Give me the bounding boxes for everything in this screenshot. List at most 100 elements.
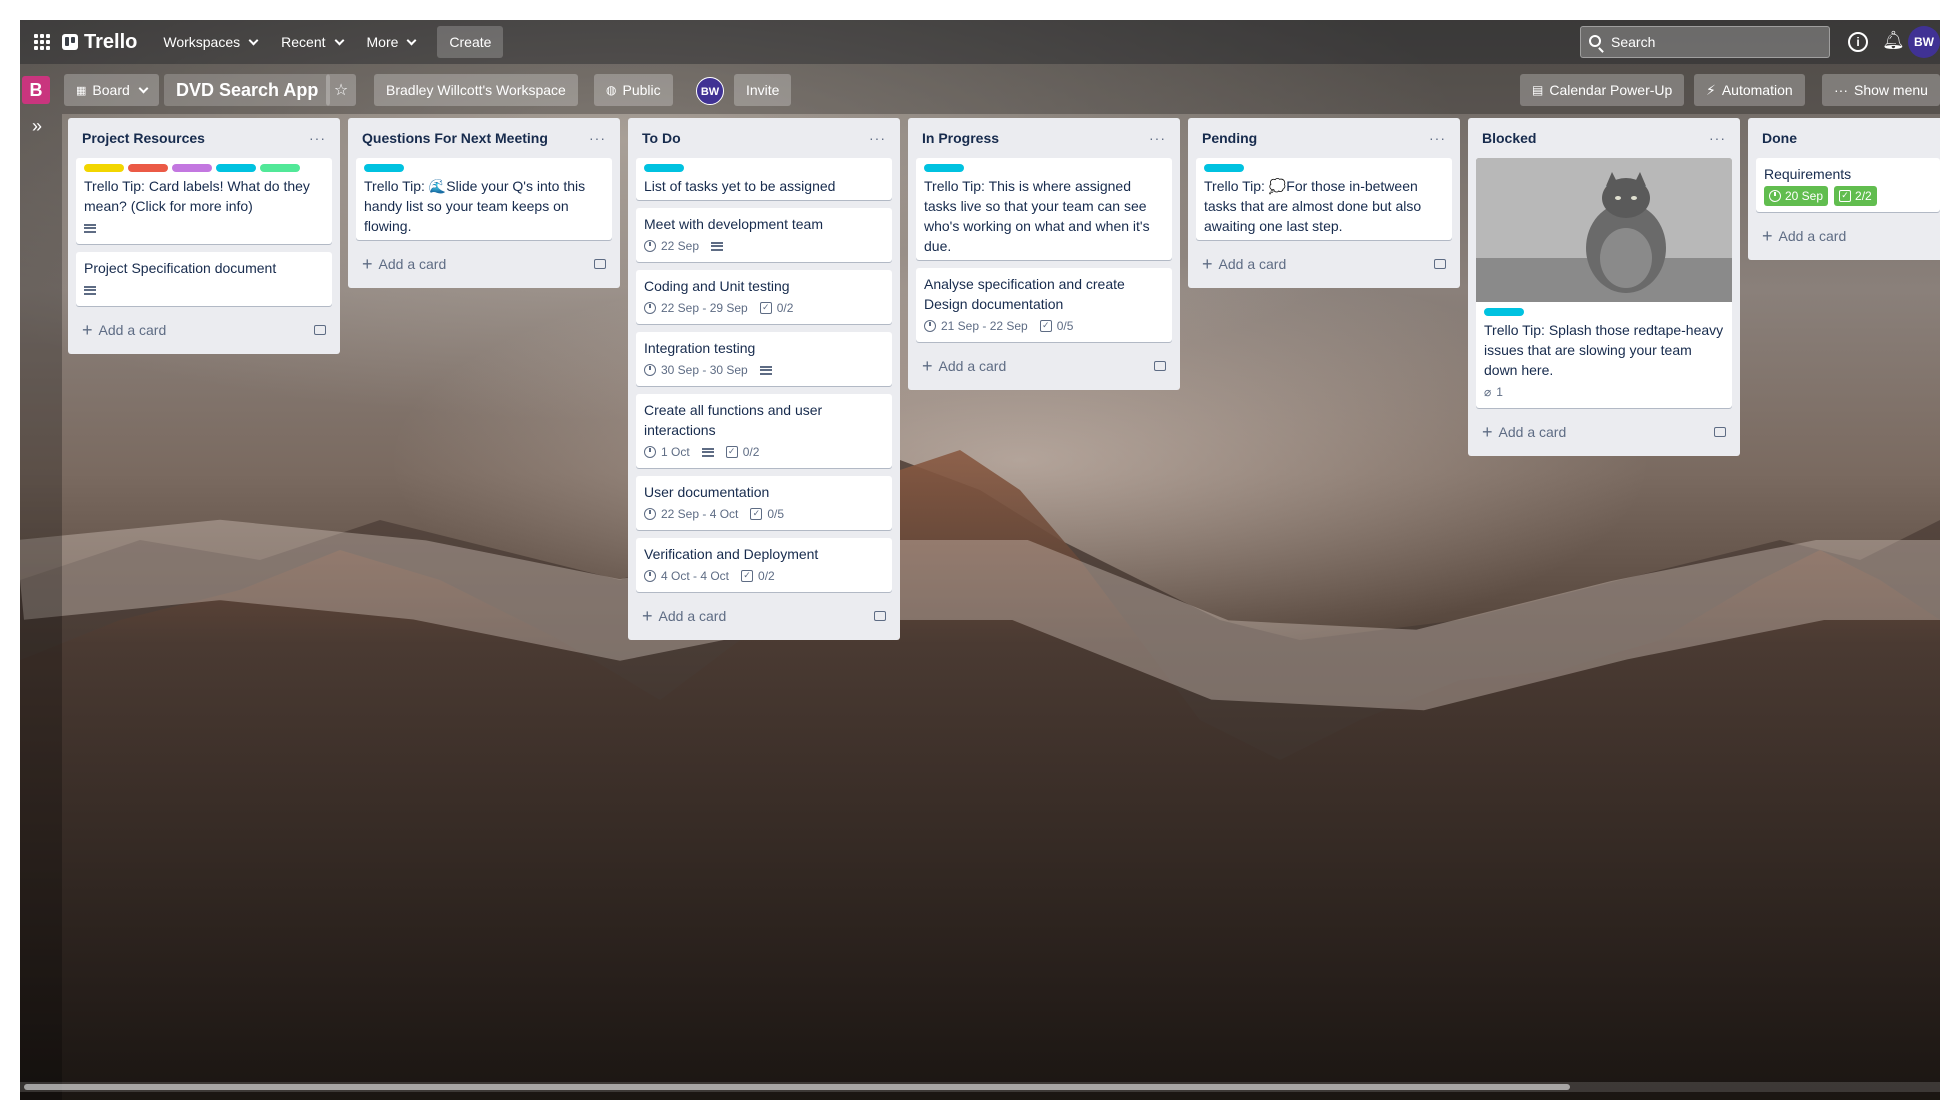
card[interactable]: Verification and Deployment 4 Oct - 4 Oc…	[636, 538, 892, 592]
due-date-badge[interactable]: 4 Oct - 4 Oct	[644, 566, 729, 586]
card-template-icon[interactable]	[1714, 427, 1726, 437]
due-date-badge[interactable]: 22 Sep	[644, 236, 699, 256]
search-input[interactable]: Search	[1580, 26, 1830, 58]
list-title[interactable]: Pending	[1202, 130, 1257, 146]
card[interactable]: Requirements 20 Sep ✓ 2/2	[1756, 158, 1940, 212]
label-sky[interactable]	[216, 164, 256, 172]
label-sky[interactable]	[1204, 164, 1244, 172]
card[interactable]: Trello Tip: Card labels! What do they me…	[76, 158, 332, 244]
label-sky[interactable]	[924, 164, 964, 172]
card[interactable]: Trello Tip: This is where assigned tasks…	[916, 158, 1172, 260]
recent-menu[interactable]: Recent	[269, 26, 354, 58]
card-template-icon[interactable]	[874, 611, 886, 621]
list-menu-icon[interactable]: ···	[869, 130, 886, 146]
due-date-badge[interactable]: 22 Sep - 4 Oct	[644, 504, 738, 524]
more-menu[interactable]: More	[355, 26, 428, 58]
card[interactable]: Trello Tip: Splash those redtape-heavy i…	[1476, 158, 1732, 408]
card-title: Coding and Unit testing	[644, 278, 790, 294]
plus-icon: +	[1762, 226, 1773, 246]
card[interactable]: List of tasks yet to be assigned	[636, 158, 892, 200]
add-card-button[interactable]: + Add a card	[636, 600, 892, 632]
workspaces-menu[interactable]: Workspaces	[151, 26, 269, 58]
list-project-resources: Project Resources ··· Trello Tip: Card la…	[68, 118, 340, 354]
label-sky[interactable]	[644, 164, 684, 172]
due-date-complete-badge[interactable]: 20 Sep	[1764, 186, 1829, 206]
add-card-button[interactable]: + Add a card	[76, 314, 332, 346]
list-menu-icon[interactable]: ···	[589, 130, 606, 146]
card[interactable]: Trello Tip: 💭For those in-between tasks …	[1196, 158, 1452, 240]
list-menu-icon[interactable]: ···	[1429, 130, 1446, 146]
board-title[interactable]: DVD Search App	[164, 74, 331, 106]
list-menu-icon[interactable]: ···	[1709, 130, 1726, 146]
card[interactable]: Analyse specification and create Design …	[916, 268, 1172, 342]
list-questions: Questions For Next Meeting ··· Trello Tip…	[348, 118, 620, 288]
list-title[interactable]: Project Resources	[82, 130, 205, 146]
calendar-icon: ▤	[1532, 83, 1544, 97]
notifications-bell-icon[interactable]: 🔔︎	[1882, 30, 1905, 54]
expand-sidebar-icon[interactable]: »	[32, 116, 42, 137]
member-avatar[interactable]: BW	[696, 77, 724, 105]
add-card-button[interactable]: + Add a card	[1196, 248, 1452, 280]
label-purple[interactable]	[172, 164, 212, 172]
card[interactable]: Create all functions and user interactio…	[636, 394, 892, 468]
card-template-icon[interactable]	[314, 325, 326, 335]
label-sky[interactable]	[1484, 308, 1524, 316]
trello-window: Trello Workspaces Recent More Create Sea…	[20, 20, 1940, 1100]
add-card-button[interactable]: + Add a card	[1476, 416, 1732, 448]
info-icon[interactable]: i	[1848, 32, 1868, 52]
plus-icon: +	[362, 254, 373, 274]
card[interactable]: Trello Tip: 🌊Slide your Q's into this ha…	[356, 158, 612, 240]
label-lime[interactable]	[260, 164, 300, 172]
card-title: Meet with development team	[644, 216, 823, 232]
checklist-badge: ✓ 0/2	[759, 298, 793, 318]
checklist-count: 0/2	[742, 445, 760, 459]
star-board-button[interactable]: ☆	[326, 74, 356, 106]
card-template-icon[interactable]	[1434, 259, 1446, 269]
automation-button[interactable]: ⚡︎ Automation	[1694, 74, 1805, 106]
app-switcher-icon[interactable]	[26, 26, 58, 58]
visibility-button[interactable]: ◍ Public	[594, 74, 673, 106]
card-title: Trello Tip: 🌊Slide your Q's into this ha…	[364, 178, 586, 234]
attachment-badge: ⌀ 1	[1484, 382, 1503, 402]
show-menu-button[interactable]: ··· Show menu	[1822, 74, 1940, 106]
board-badge[interactable]: B	[22, 76, 50, 104]
user-avatar[interactable]: BW	[1908, 26, 1940, 58]
due-date-badge[interactable]: 30 Sep - 30 Sep	[644, 360, 748, 380]
card-template-icon[interactable]	[1154, 361, 1166, 371]
list-title[interactable]: To Do	[642, 130, 681, 146]
create-button[interactable]: Create	[437, 26, 504, 58]
list-title[interactable]: Questions For Next Meeting	[362, 130, 548, 146]
calendar-powerup-button[interactable]: ▤ Calendar Power-Up	[1520, 74, 1685, 106]
due-date-badge[interactable]: 22 Sep - 29 Sep	[644, 298, 748, 318]
plus-icon: +	[642, 606, 653, 626]
card[interactable]: Meet with development team 22 Sep	[636, 208, 892, 262]
label-yellow[interactable]	[84, 164, 124, 172]
horizontal-scrollbar[interactable]	[20, 1082, 1940, 1092]
due-date: 21 Sep - 22 Sep	[941, 319, 1028, 333]
list-menu-icon[interactable]: ···	[1149, 130, 1166, 146]
board-view-switcher[interactable]: ▦ Board	[64, 74, 159, 106]
card[interactable]: User documentation 22 Sep - 4 Oct ✓ 0/5	[636, 476, 892, 530]
list-title[interactable]: Blocked	[1482, 130, 1536, 146]
trello-logo[interactable]: Trello	[62, 31, 137, 54]
scrollbar-thumb[interactable]	[24, 1084, 1570, 1090]
card[interactable]: Coding and Unit testing 22 Sep - 29 Sep ✓…	[636, 270, 892, 324]
due-date-badge[interactable]: 21 Sep - 22 Sep	[924, 316, 1028, 336]
description-icon	[84, 285, 96, 295]
due-date-badge[interactable]: 1 Oct	[644, 442, 690, 462]
list-title[interactable]: In Progress	[922, 130, 999, 146]
invite-button[interactable]: Invite	[734, 74, 792, 106]
add-card-button[interactable]: + Add a card	[916, 350, 1172, 382]
card[interactable]: Integration testing 30 Sep - 30 Sep	[636, 332, 892, 386]
label-sky[interactable]	[364, 164, 404, 172]
list-title[interactable]: Done	[1762, 130, 1797, 146]
workspace-button[interactable]: Bradley Willcott's Workspace	[374, 74, 578, 106]
add-card-button[interactable]: + Add a card	[1756, 220, 1932, 252]
add-card-button[interactable]: + Add a card	[356, 248, 612, 280]
trello-logo-icon	[62, 34, 78, 50]
list-menu-icon[interactable]: ···	[309, 130, 326, 146]
card-template-icon[interactable]	[594, 259, 606, 269]
card[interactable]: Project Specification document	[76, 252, 332, 306]
star-icon: ☆	[333, 82, 349, 99]
label-red[interactable]	[128, 164, 168, 172]
